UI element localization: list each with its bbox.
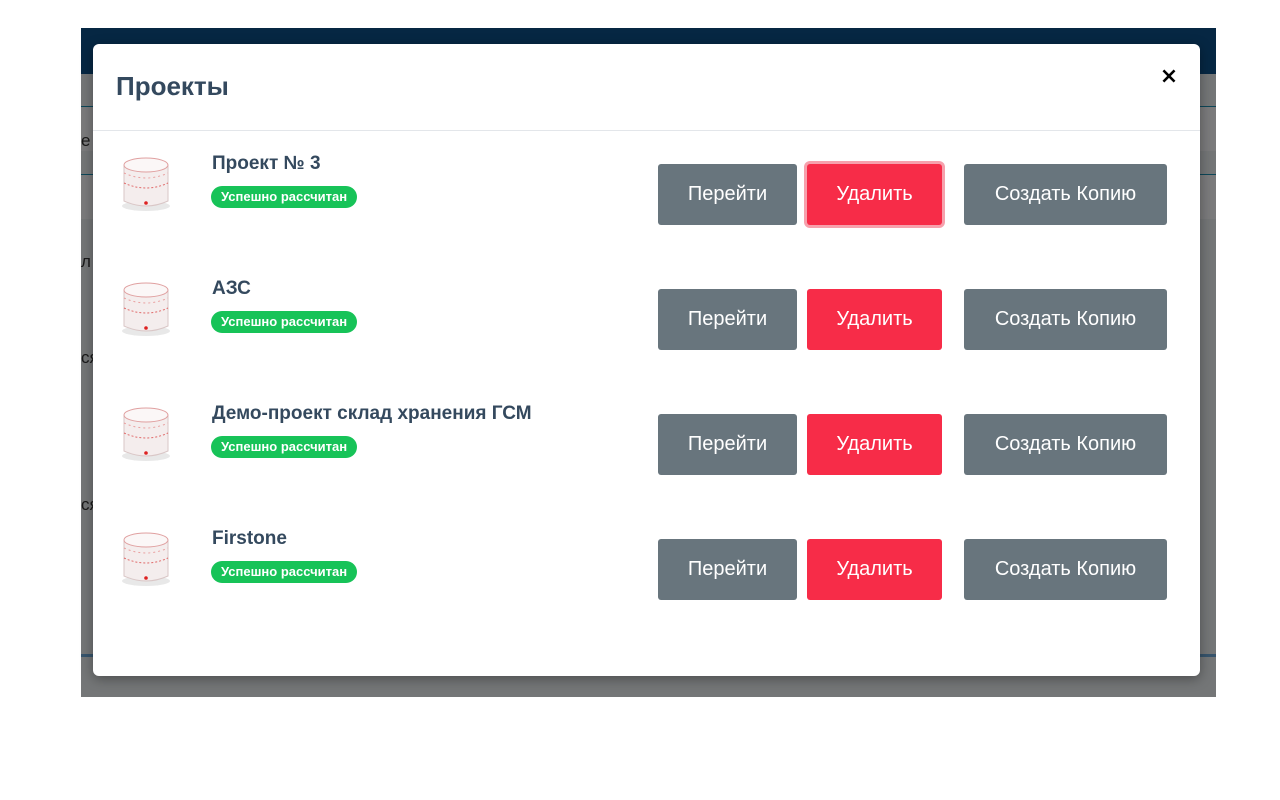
copy-button[interactable]: Создать Копию <box>964 164 1167 225</box>
delete-button[interactable]: Удалить <box>807 289 942 350</box>
delete-button[interactable]: Удалить <box>807 539 942 600</box>
project-name[interactable]: АЗС <box>212 278 251 300</box>
go-button[interactable]: Перейти <box>658 289 797 350</box>
status-badge: Успешно рассчитан <box>211 311 358 333</box>
go-button[interactable]: Перейти <box>658 414 797 475</box>
project-row: АЗС Успешно рассчитан Перейти Удалить Со… <box>93 256 1200 381</box>
project-name[interactable]: Демо-проект склад хранения ГСМ <box>212 403 532 425</box>
project-name[interactable]: Проект № 3 <box>212 153 321 175</box>
project-name[interactable]: Firstone <box>212 528 287 550</box>
status-badge: Успешно рассчитан <box>211 186 358 208</box>
copy-button[interactable]: Создать Копию <box>964 414 1167 475</box>
delete-button[interactable]: Удалить <box>807 414 942 475</box>
tank-thumbnail-icon <box>122 532 170 586</box>
copy-button[interactable]: Создать Копию <box>964 539 1167 600</box>
modal-header: Проекты × <box>93 44 1200 131</box>
delete-button[interactable]: Удалить <box>807 164 942 225</box>
copy-button[interactable]: Создать Копию <box>964 289 1167 350</box>
status-badge: Успешно рассчитан <box>211 436 358 458</box>
close-button[interactable]: × <box>1158 66 1180 88</box>
projects-modal: Проекты × Проект № 3 Успешно рассчитан П… <box>93 44 1200 676</box>
tank-thumbnail-icon <box>122 282 170 336</box>
project-row: Firstone Успешно рассчитан Перейти Удали… <box>93 506 1200 631</box>
project-row: Проект № 3 Успешно рассчитан Перейти Уда… <box>93 131 1200 256</box>
modal-title: Проекты <box>116 71 229 101</box>
go-button[interactable]: Перейти <box>658 164 797 225</box>
project-row: Демо-проект склад хранения ГСМ Успешно р… <box>93 381 1200 506</box>
tank-thumbnail-icon <box>122 157 170 211</box>
status-badge: Успешно рассчитан <box>211 561 358 583</box>
tank-thumbnail-icon <box>122 407 170 461</box>
go-button[interactable]: Перейти <box>658 539 797 600</box>
